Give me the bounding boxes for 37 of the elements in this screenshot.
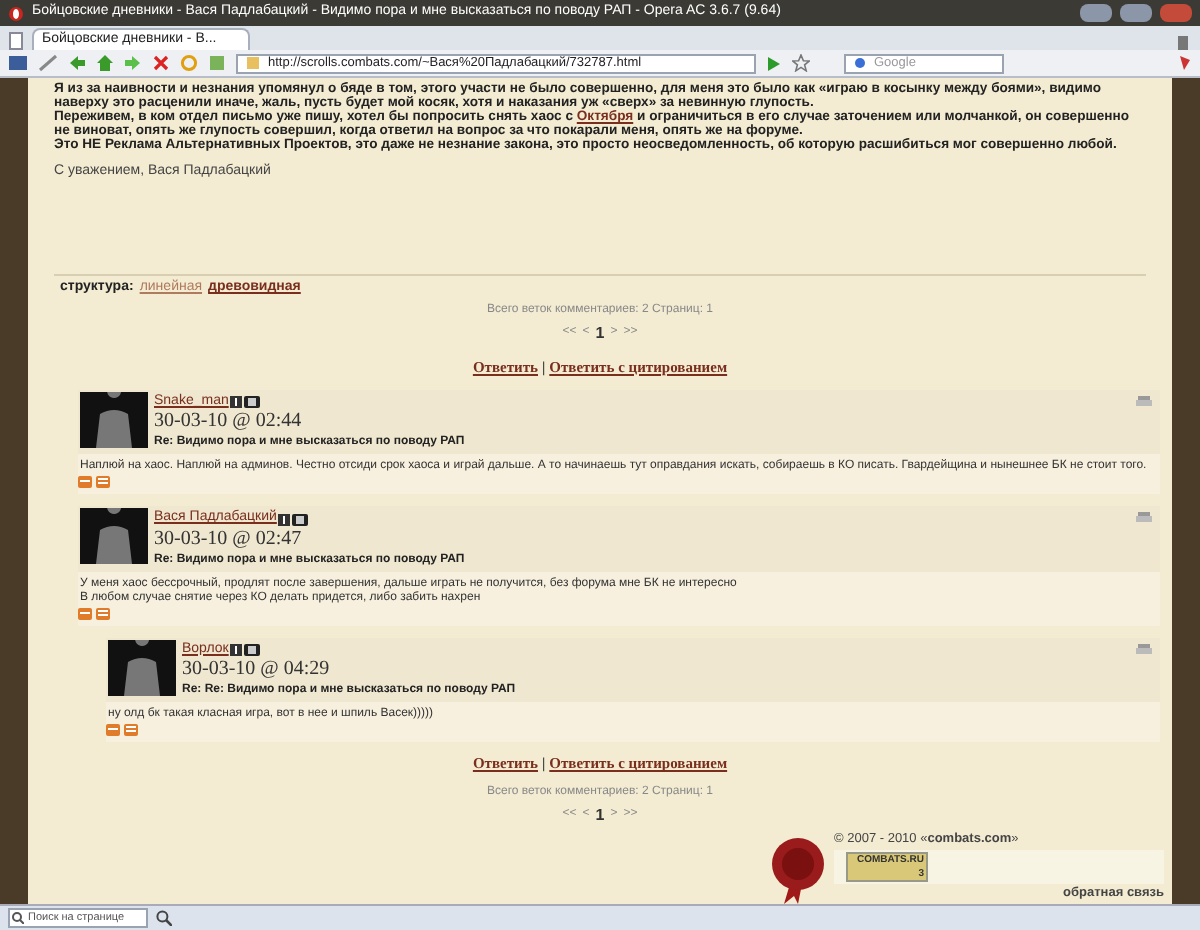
wax-seal-icon [766, 836, 830, 904]
comment-date: 30-03-10 @ 02:47 [154, 529, 304, 550]
search-icon[interactable] [156, 910, 172, 926]
print-icon[interactable] [1136, 512, 1152, 525]
page-icon [246, 56, 260, 70]
minimize-button[interactable] [1080, 4, 1112, 22]
reply-icon[interactable] [78, 476, 92, 489]
pen-icon[interactable] [38, 54, 58, 72]
current-page: 1 [595, 321, 605, 345]
reply-icon[interactable] [78, 607, 92, 620]
go-icon[interactable] [766, 55, 782, 71]
current-page: 1 [595, 803, 605, 827]
page-icon [8, 32, 24, 50]
print-icon[interactable] [1136, 395, 1152, 408]
avatar-silhouette-icon [80, 391, 148, 448]
print-icon[interactable] [1136, 643, 1152, 656]
avatar-silhouette-icon [80, 508, 148, 565]
info-icon[interactable] [278, 513, 291, 525]
maximize-button[interactable] [1120, 4, 1152, 22]
search-engine-icon [854, 56, 866, 70]
search-icon [12, 912, 24, 924]
avatar-silhouette-icon [108, 639, 176, 696]
forward-icon[interactable] [124, 54, 142, 72]
close-button[interactable] [1160, 4, 1192, 22]
stop-icon[interactable] [152, 54, 170, 72]
reply-icon[interactable] [106, 724, 120, 737]
info-icon[interactable] [230, 644, 243, 656]
quote-reply-icon[interactable] [96, 607, 110, 620]
back-icon[interactable] [68, 54, 86, 72]
quote-reply-icon[interactable] [124, 724, 138, 737]
quote-reply-icon[interactable] [96, 476, 110, 489]
reload-icon[interactable] [180, 54, 198, 72]
comment-date: 30-03-10 @ 02:44 [154, 412, 304, 433]
browser-logo-icon [8, 5, 24, 21]
comment-date: 30-03-10 @ 04:29 [182, 660, 332, 681]
info-icon[interactable] [230, 396, 243, 408]
star-icon[interactable] [792, 54, 810, 72]
